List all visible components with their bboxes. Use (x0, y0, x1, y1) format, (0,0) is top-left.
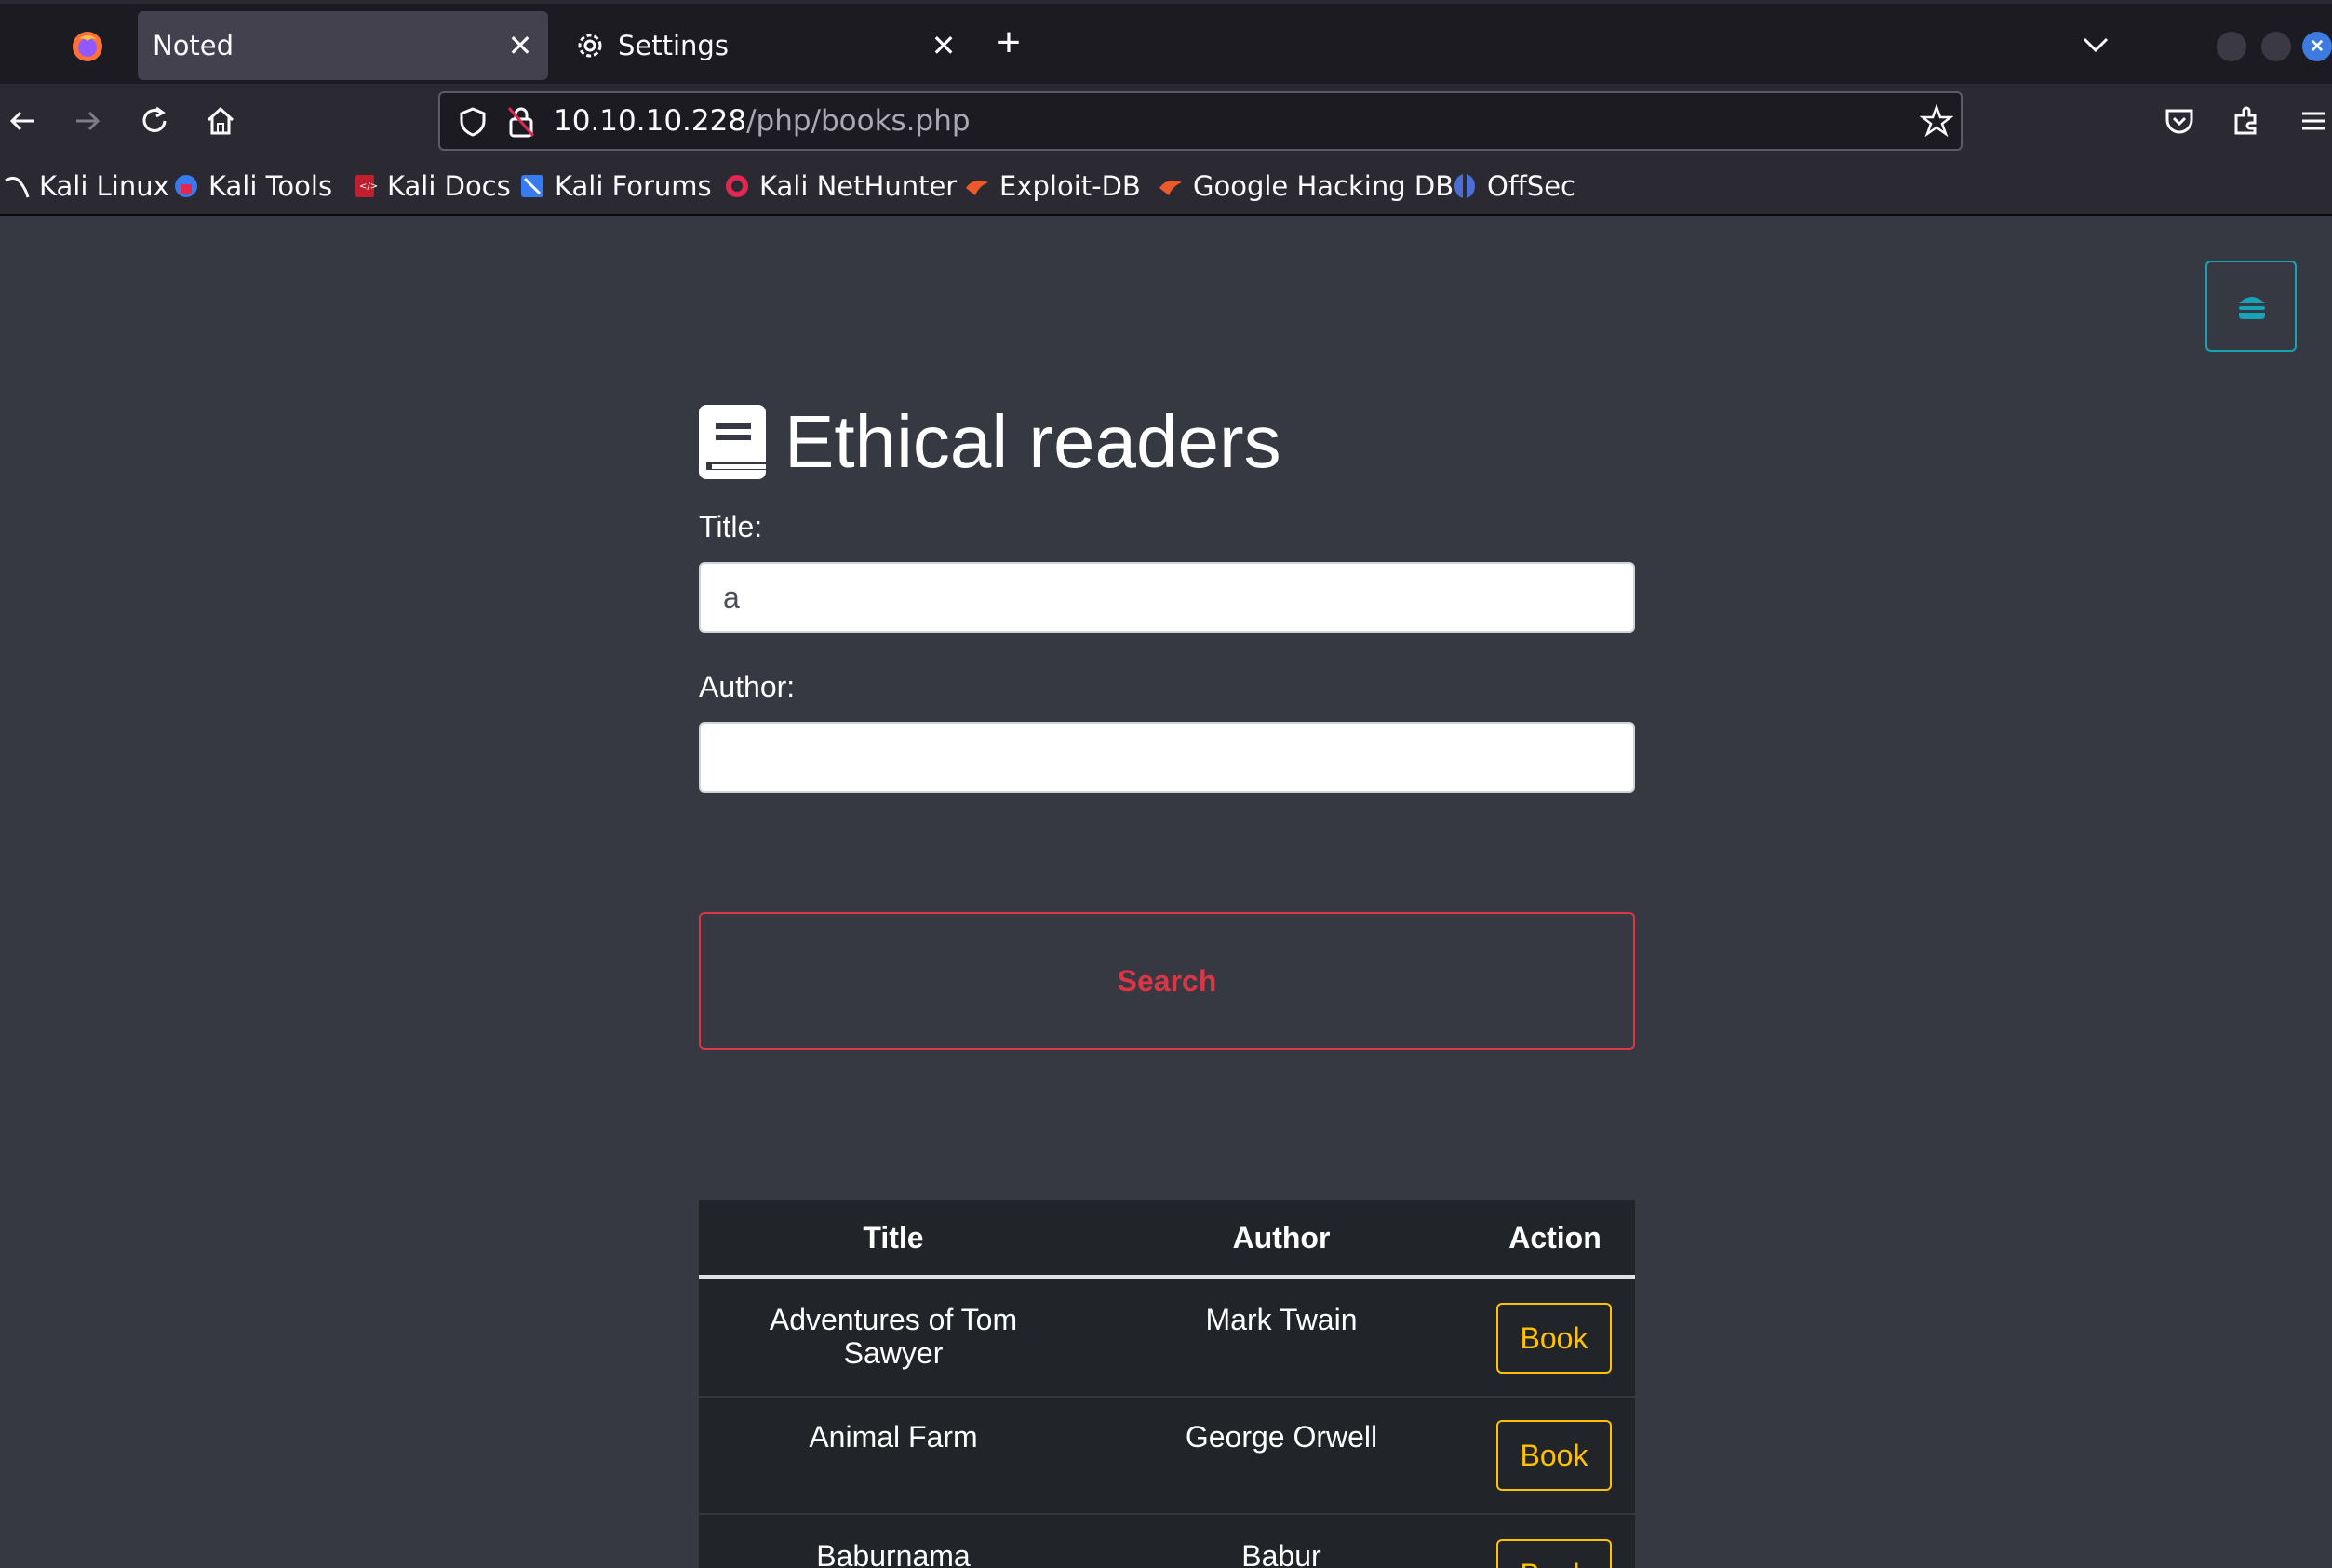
bookmark-label: Kali Docs (387, 170, 511, 202)
page-title-text: Ethical readers (784, 400, 1281, 483)
insecure-lock-icon[interactable] (505, 104, 537, 140)
home-icon[interactable] (202, 102, 239, 140)
navigation-toolbar: 10.10.10.228/php/books.php (0, 84, 2332, 160)
burger-icon (2239, 297, 2265, 319)
kali-tools-icon (175, 175, 197, 197)
shield-icon[interactable] (457, 106, 489, 138)
book-button[interactable]: Book (1496, 1303, 1612, 1374)
minimize-button[interactable] (2217, 32, 2246, 61)
tab-noted[interactable]: Noted ✕ (138, 11, 548, 80)
bookmark-kali-linux[interactable]: Kali Linux (4, 168, 169, 205)
page-title: Ethical readers (699, 400, 1281, 484)
close-tab-icon[interactable]: ✕ (503, 28, 537, 63)
bookmark-offsec[interactable]: OffSec (1452, 168, 1575, 205)
book-author: George Orwell (1185, 1420, 1378, 1454)
address-bar[interactable]: 10.10.10.228/php/books.php (438, 91, 1963, 151)
bookmark-kali-docs[interactable]: </> Kali Docs (352, 168, 511, 205)
offsec-icon (1454, 174, 1475, 198)
book-title: Animal Farm (809, 1420, 978, 1454)
close-tab-icon[interactable]: ✕ (927, 28, 960, 63)
kali-docs-icon: </> (355, 175, 378, 197)
tab-settings[interactable]: Settings ✕ (562, 11, 972, 80)
close-window-button[interactable]: × (2302, 32, 2332, 61)
gear-icon (578, 34, 602, 58)
forward-arrow-icon[interactable] (69, 102, 106, 140)
table-row: Baburnama Babur Book (699, 1515, 1635, 1568)
book-button[interactable]: Book (1496, 1539, 1612, 1568)
star-icon[interactable] (1920, 104, 1953, 138)
table-header: Title Author Action (699, 1200, 1635, 1279)
svg-text:</>: </> (359, 181, 378, 192)
book-author: Babur (1241, 1539, 1321, 1568)
exploit-db-icon (966, 181, 988, 195)
ghdb-icon (1159, 181, 1182, 195)
kali-nethunter-icon (726, 175, 748, 197)
title-input[interactable] (699, 562, 1635, 633)
bookmark-label: Google Hacking DB (1193, 170, 1454, 202)
url-text[interactable]: 10.10.10.228/php/books.php (554, 104, 971, 138)
kali-dragon-icon (5, 176, 30, 198)
tab-bar: Noted ✕ Settings ✕ + × (0, 0, 2332, 84)
maximize-button[interactable] (2261, 32, 2291, 61)
chevron-down-icon[interactable] (2077, 30, 2114, 61)
book-button[interactable]: Book (1496, 1420, 1612, 1491)
extensions-icon[interactable] (2228, 102, 2265, 140)
bookmark-kali-forums[interactable]: Kali Forums (519, 168, 712, 205)
bookmark-kali-nethunter[interactable]: Kali NetHunter (724, 168, 957, 205)
kali-forums-icon (521, 175, 543, 197)
new-tab-icon[interactable]: + (990, 22, 1027, 63)
bookmark-label: Kali Forums (555, 170, 712, 202)
hamburger-menu-icon[interactable] (2295, 102, 2332, 140)
bookmarks-toolbar: Kali Linux Kali Tools </> Kali Docs Kali… (0, 160, 2332, 216)
book-author: Mark Twain (1205, 1303, 1358, 1336)
table-row: Animal Farm George Orwell Book (699, 1398, 1635, 1515)
bookmark-kali-tools[interactable]: Kali Tools (173, 168, 332, 205)
tab-label: Noted (153, 30, 235, 61)
bookmark-label: Kali Tools (208, 170, 333, 202)
firefox-icon[interactable] (71, 30, 104, 63)
bookmark-exploit-db[interactable]: Exploit-DB (964, 168, 1141, 205)
bookmark-label: Kali NetHunter (759, 170, 958, 202)
column-header-author: Author (1232, 1221, 1331, 1254)
books-table: Title Author Action Adventures of Tom Sa… (699, 1200, 1635, 1568)
back-arrow-icon[interactable] (4, 102, 41, 140)
column-header-title: Title (863, 1221, 924, 1254)
url-host: 10.10.10.228 (554, 104, 747, 138)
column-header-action: Action (1508, 1221, 1602, 1254)
search-button[interactable]: Search (699, 912, 1635, 1050)
pocket-icon[interactable] (2161, 102, 2198, 140)
book-icon (699, 405, 766, 479)
bookmark-label: OffSec (1487, 170, 1576, 202)
book-title: Baburnama (816, 1539, 971, 1568)
bookmark-google-hacking-db[interactable]: Google Hacking DB (1158, 168, 1454, 205)
author-label: Author: (699, 670, 796, 704)
tab-label: Settings (618, 30, 729, 61)
reload-icon[interactable] (136, 102, 173, 140)
table-row: Adventures of Tom Sawyer Mark Twain Book (699, 1279, 1635, 1398)
bookmark-label: Exploit-DB (999, 170, 1141, 202)
bookmark-label: Kali Linux (39, 170, 169, 202)
author-input[interactable] (699, 722, 1635, 793)
title-label: Title: (699, 510, 763, 543)
book-title: Adventures of Tom Sawyer (769, 1303, 1018, 1370)
url-path: /php/books.php (746, 104, 971, 138)
navbar-toggle-button[interactable] (2205, 261, 2297, 352)
